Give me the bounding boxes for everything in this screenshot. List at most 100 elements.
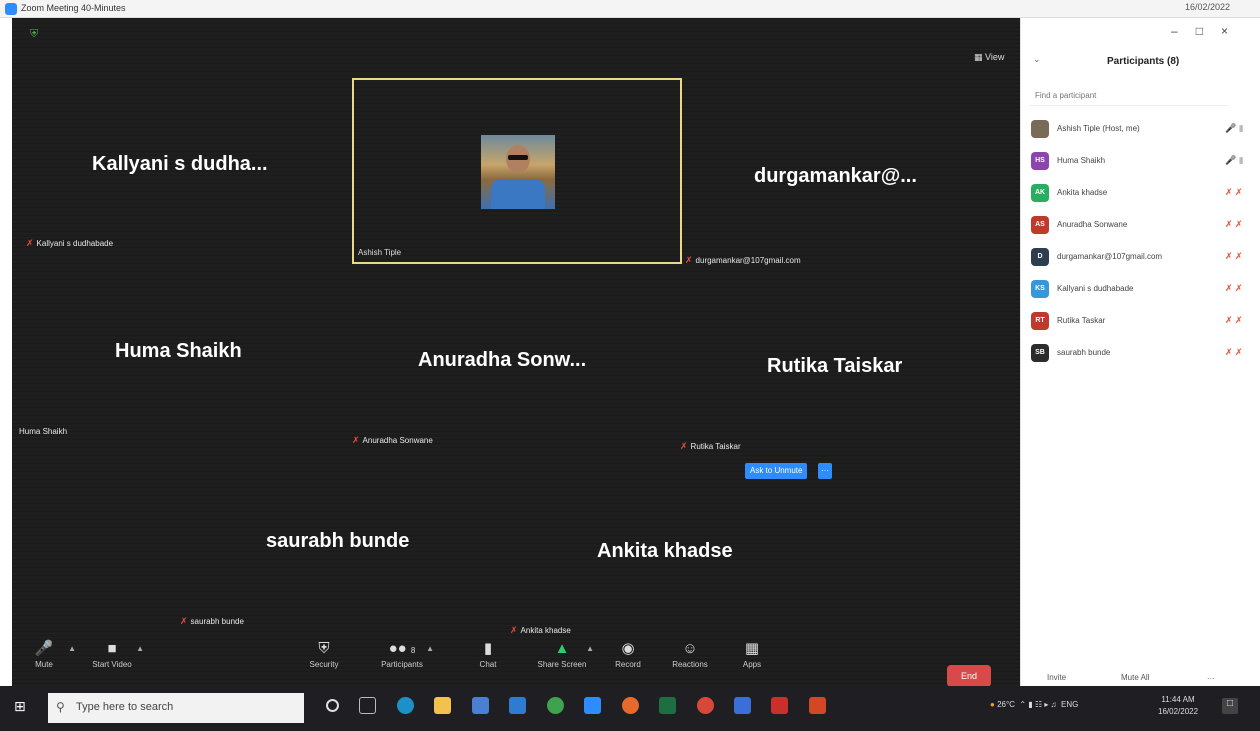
encryption-shield-icon[interactable]: ⛨ <box>30 28 41 41</box>
notification-icon[interactable]: □ <box>1222 698 1238 714</box>
mic-video-icons: 🎤 ▮ <box>1225 123 1244 133</box>
firefox-icon[interactable] <box>621 697 639 715</box>
tile-name-ankita: Ankita khadse <box>597 540 733 562</box>
participant-name: Rutika Taskar <box>1057 316 1106 325</box>
minimize-icon[interactable]: – <box>1171 24 1196 38</box>
tile-label-durgamankar: ✗ durgamankar@107gmail.com <box>685 255 801 265</box>
apps-button[interactable]: ▦ Apps <box>724 638 780 669</box>
clock-time: 11:44 AM <box>1161 695 1195 704</box>
acrobat-icon[interactable] <box>771 697 789 715</box>
participant-name: Ashish Tiple (Host, me) <box>1057 124 1140 133</box>
windows-start-icon[interactable]: ⊞ <box>14 698 26 715</box>
weather-icon: ● <box>990 700 995 709</box>
clock-date: 16/02/2022 <box>1158 707 1199 716</box>
taskbar-app-icons <box>318 697 834 719</box>
participant-name: saurabh bunde <box>1057 348 1111 357</box>
tile-name-anuradha: Anuradha Sonw... <box>418 349 587 371</box>
app-icon[interactable] <box>733 697 751 715</box>
tile-label-anuradha: ✗ Anuradha Sonwane <box>352 435 433 445</box>
tile-name-huma: Huma Shaikh <box>115 340 242 362</box>
task-view-icon[interactable] <box>359 697 377 715</box>
tile-name-durgamankar: durgamankar@... <box>754 165 917 187</box>
chrome-profile-icon[interactable] <box>696 697 714 715</box>
taskbar-search-box[interactable]: ⚲ Type here to search <box>48 693 304 723</box>
participant-row[interactable]: KS Kallyani s dudhabade ✗ ✗ <box>1031 278 1251 300</box>
end-meeting-button[interactable]: End <box>947 665 991 686</box>
participants-panel: –□× ⌄ Participants (8) Ashish Tiple (Hos… <box>1020 18 1260 686</box>
invite-button[interactable]: Invite <box>1047 673 1066 682</box>
chat-icon: ▮ <box>483 640 493 657</box>
participant-row[interactable]: Ashish Tiple (Host, me) 🎤 ▮ <box>1031 118 1251 140</box>
participant-row[interactable]: AS Anuradha Sonwane ✗ ✗ <box>1031 214 1251 236</box>
mute-button[interactable]: 🎤 Mute ▲ <box>16 638 76 669</box>
edge-browser-icon[interactable] <box>396 697 414 715</box>
video-camera-icon: ■ <box>107 640 117 657</box>
mail-icon[interactable] <box>509 697 527 715</box>
participants-panel-title: Participants (8) <box>1107 56 1180 67</box>
participant-name: Kallyani s dudhabade <box>1057 284 1134 293</box>
microphone-icon: 🎤 <box>34 640 54 657</box>
participant-name: Huma Shaikh <box>1057 156 1106 165</box>
restore-icon[interactable]: □ <box>1196 24 1221 38</box>
participant-row[interactable]: D durgamankar@107gmail.com ✗ ✗ <box>1031 246 1251 268</box>
participant-avatar: SB <box>1031 344 1049 362</box>
language-indicator[interactable]: ENG <box>1061 700 1078 709</box>
tile-name-kallyani: Kallyani s dudha... <box>92 153 268 175</box>
participant-row[interactable]: HS Huma Shaikh 🎤 ▮ <box>1031 150 1251 172</box>
excel-icon[interactable] <box>659 697 677 715</box>
tile-name-rutika: Rutika Taiskar <box>767 355 903 377</box>
participants-button[interactable]: ●● 8 Participants ▲ <box>374 638 434 669</box>
start-video-button[interactable]: ■ Start Video ▲ <box>84 638 144 669</box>
tile-label-huma: Huma Shaikh <box>19 427 68 436</box>
tile-name-saurabh: saurabh bunde <box>266 530 410 552</box>
store-icon[interactable] <box>471 697 489 715</box>
mic-off-icon: ✗ <box>685 255 693 265</box>
tile-more-button[interactable]: ··· <box>818 463 832 479</box>
window-controls: –□× <box>1171 24 1246 38</box>
mute-all-button[interactable]: Mute All <box>1121 673 1149 682</box>
mic-video-icons: 🎤 ▮ <box>1225 155 1244 165</box>
close-icon[interactable]: × <box>1221 24 1246 38</box>
chrome-icon[interactable] <box>546 697 564 715</box>
host-avatar-photo <box>481 135 555 209</box>
tile-label-rutika: ✗ Rutika Taiskar <box>680 441 741 451</box>
participants-icon: ●● 8 <box>388 640 416 657</box>
view-button[interactable]: ▦ View <box>974 52 1004 63</box>
panel-more-button[interactable]: ... <box>1207 671 1215 681</box>
ask-to-unmute-button[interactable]: Ask to Unmute <box>745 463 808 479</box>
participant-avatar: RT <box>1031 312 1049 330</box>
participant-name: durgamankar@107gmail.com <box>1057 252 1163 261</box>
zoom-icon[interactable] <box>584 697 602 715</box>
share-screen-button[interactable]: ▲ Share Screen ▲ <box>534 638 594 669</box>
participant-row[interactable]: SB saurabh bunde ✗ ✗ <box>1031 342 1251 364</box>
chevron-down-icon[interactable]: ⌄ <box>1033 54 1041 65</box>
participant-name: Anuradha Sonwane <box>1057 220 1128 229</box>
participant-avatar <box>1031 120 1049 138</box>
mic-off-video-off-icons: ✗ ✗ <box>1225 283 1243 293</box>
mic-off-video-off-icons: ✗ ✗ <box>1225 347 1243 357</box>
participant-row[interactable]: AK Ankita khadse ✗ ✗ <box>1031 182 1251 204</box>
participant-search-input[interactable] <box>1029 86 1229 106</box>
chat-button[interactable]: ▮ Chat <box>460 638 516 669</box>
record-button[interactable]: ◉ Record <box>600 638 656 669</box>
title-bar: Zoom Meeting 40-Minutes 16/02/2022 <box>0 0 1260 18</box>
cortana-icon[interactable] <box>326 699 339 713</box>
tile-label-ankita: ✗ Ankita khadse <box>510 625 571 635</box>
file-explorer-icon[interactable] <box>434 697 452 715</box>
reactions-button[interactable]: ☺ Reactions <box>662 638 718 669</box>
meeting-gallery: ⛨ ▦ View Kallyani s dudha... ✗ Kallyani s… <box>12 18 1020 686</box>
taskbar-clock[interactable]: 11:44 AM 16/02/2022 <box>1158 694 1198 718</box>
participant-avatar: KS <box>1031 280 1049 298</box>
participant-name: Ankita khadse <box>1057 188 1108 197</box>
powerpoint-icon[interactable] <box>808 697 826 715</box>
active-speaker-tile[interactable]: Ashish Tiple <box>352 78 682 264</box>
zoom-logo-icon <box>5 3 17 15</box>
shield-icon: ⛨ <box>318 640 330 657</box>
mic-off-icon: ✗ <box>26 238 34 248</box>
participant-row[interactable]: RT Rutika Taskar ✗ ✗ <box>1031 310 1251 332</box>
security-button[interactable]: ⛨ Security <box>296 638 352 669</box>
record-icon: ◉ <box>621 640 635 657</box>
participant-avatar: HS <box>1031 152 1049 170</box>
mic-off-video-off-icons: ✗ ✗ <box>1225 219 1243 229</box>
system-tray: ● 26°C ⌃ ▮ ☷ ▸ ♫ ENG <box>990 700 1079 709</box>
